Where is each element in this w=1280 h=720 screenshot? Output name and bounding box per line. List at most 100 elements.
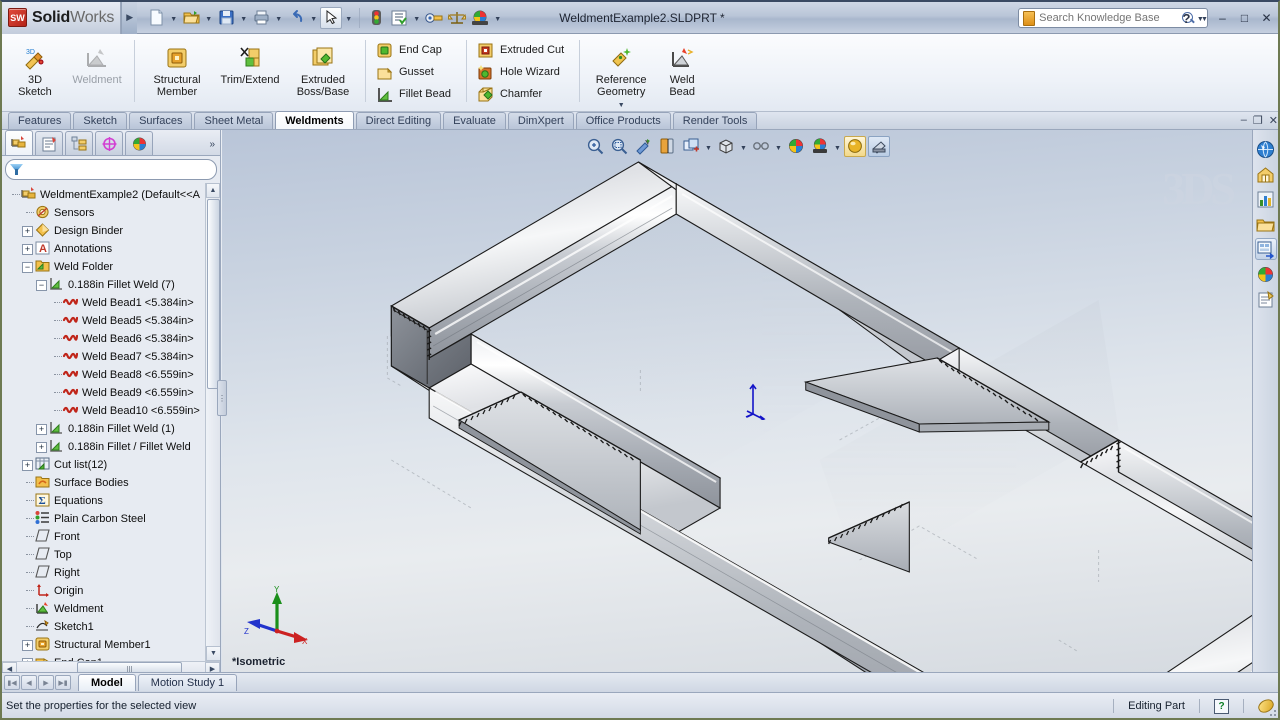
collapse-icon[interactable]: − [22,261,33,273]
help-button[interactable]: ? [1177,9,1196,28]
tree-item[interactable]: + Design Binder [4,222,220,240]
tree-item[interactable]: Weld Bead10 <6.559in> [4,402,220,420]
mass-properties-button[interactable] [446,7,468,29]
appearances-button[interactable] [469,7,491,29]
feature-tree[interactable]: WeldmentExample2 (Default<<A Sensors + Desi… [2,183,220,661]
minimize-button[interactable]: – [1213,9,1232,28]
tab-sheet-metal[interactable]: Sheet Metal [194,112,274,129]
tab-dimxpert[interactable]: DimXpert [507,112,574,129]
print-document-button[interactable] [250,7,272,29]
display-style-caret-icon[interactable]: ▼ [739,136,748,157]
new-document-caret-icon[interactable]: ▼ [168,7,179,29]
close-button[interactable]: ✕ [1257,9,1276,28]
solidworks-resources-button[interactable] [1255,138,1277,160]
gusset-button[interactable]: Gusset [372,61,443,83]
zoom-to-area-button[interactable] [608,136,630,157]
view-settings-caret-icon[interactable]: ▼ [833,136,842,157]
tree-item[interactable]: Right [4,564,220,582]
design-library-button[interactable] [1255,163,1277,185]
scroll-down-icon[interactable]: ▼ [206,646,220,661]
select-tool-button[interactable] [320,6,343,29]
tree-item[interactable]: Origin [4,582,220,600]
hole-wizard-button[interactable]: Hole Wizard [473,61,569,83]
tree-item[interactable]: +0.188in Fillet / Fillet Weld [4,438,220,456]
maximize-button[interactable]: □ [1235,9,1254,28]
structural-member-button[interactable]: Structural Member [141,38,213,108]
tab-model[interactable]: Model [78,674,136,691]
tab-sketch[interactable]: Sketch [73,112,128,129]
view-settings-button[interactable] [809,136,831,157]
tab-motion-study-1[interactable]: Motion Study 1 [137,674,238,691]
expand-icon[interactable]: + [22,459,33,471]
tree-item[interactable]: + End Cap1 [4,654,220,661]
fillet-bead-button[interactable]: Fillet Bead [372,83,460,105]
apply-scene-button[interactable] [785,136,807,157]
document-minimize-button[interactable]: – [1241,114,1247,126]
tree-item[interactable]: Top [4,546,220,564]
new-document-button[interactable] [145,7,167,29]
scroll-thumb[interactable] [207,199,220,389]
open-document-button[interactable] [180,7,202,29]
display-style-button[interactable] [715,136,737,157]
graphics-viewport[interactable]: 3DS ▼ ▼ ▼ ▼ Y X Z *Isometric [222,130,1252,676]
view-palette-button[interactable] [1254,238,1277,260]
end-cap-button[interactable]: End Cap [372,39,451,61]
panel-splitter[interactable]: ⋮ [217,380,227,416]
dimxpert-manager-tab[interactable] [95,131,123,155]
property-manager-tab[interactable] [35,131,63,155]
expand-icon[interactable]: + [36,423,47,435]
tree-item[interactable]: Sketch1 [4,618,220,636]
trim-extend-button[interactable]: Trim/Extend [213,38,287,108]
tab-evaluate[interactable]: Evaluate [443,112,506,129]
view-orientation-caret-icon[interactable]: ▼ [704,136,713,157]
help-caret-icon[interactable]: ▼ [1199,7,1210,29]
tree-item[interactable]: Surface Bodies [4,474,220,492]
tab-features[interactable]: Features [8,112,72,129]
weld-bead-button[interactable]: Weld Bead [656,38,708,108]
3d-sketch-button[interactable]: 3D 3D Sketch [4,38,66,108]
feature-filter-input[interactable] [24,163,216,176]
tree-item[interactable]: WeldmentExample2 (Default<<A [4,186,220,204]
feature-manager-tab[interactable] [5,130,33,155]
reference-geometry-button[interactable]: Reference Geometry ▼ [586,38,656,109]
options-button[interactable] [388,7,410,29]
tree-item[interactable]: + Cut list(12) [4,456,220,474]
save-document-caret-icon[interactable]: ▼ [238,7,249,29]
expand-icon[interactable]: + [22,225,33,237]
feature-tree-vscrollbar[interactable]: ▲ ▼ [205,183,220,661]
collapse-icon[interactable]: − [36,279,47,291]
scroll-up-icon[interactable]: ▲ [206,183,220,198]
view-orientation-button[interactable] [680,136,702,157]
section-view-button[interactable] [656,136,678,157]
hide-show-items-button[interactable] [750,136,772,157]
previous-tab-button[interactable]: ◀ [21,675,37,690]
options-caret-icon[interactable]: ▼ [411,7,422,29]
print-document-caret-icon[interactable]: ▼ [273,7,284,29]
tab-weldments[interactable]: Weldments [275,111,354,129]
weldment-button[interactable]: Weldment [66,38,128,108]
display-manager-tab[interactable] [125,131,153,155]
feature-filter-bar[interactable] [5,159,217,180]
feature-manager-more-icon[interactable]: » [209,139,215,150]
hide-show-caret-icon[interactable]: ▼ [774,136,783,157]
appearances-caret-icon[interactable]: ▼ [492,7,503,29]
tree-item[interactable]: Weld Bead5 <5.384in> [4,312,220,330]
tree-item[interactable]: Weld Bead6 <5.384in> [4,330,220,348]
context-help-icon[interactable]: ? [1214,698,1229,714]
extruded-cut-button[interactable]: Extruded Cut [473,39,573,61]
select-tool-caret-icon[interactable]: ▼ [343,7,354,29]
expand-icon[interactable]: + [22,657,33,661]
search-folder-button[interactable] [1255,213,1277,235]
search-input[interactable] [1039,12,1182,24]
tree-item[interactable]: Sensors [4,204,220,222]
tab-surfaces[interactable]: Surfaces [129,112,193,129]
tree-item[interactable]: Σ Equations [4,492,220,510]
file-explorer-button[interactable] [1255,188,1277,210]
custom-properties-button[interactable] [1255,288,1277,310]
next-tab-button[interactable]: ▶ [38,675,54,690]
save-document-button[interactable] [215,7,237,29]
tab-office-products[interactable]: Office Products [575,112,671,129]
tree-item[interactable]: + A Annotations [4,240,220,258]
document-close-button[interactable]: ✕ [1269,114,1278,127]
reference-geometry-caret-icon[interactable]: ▼ [618,100,625,111]
